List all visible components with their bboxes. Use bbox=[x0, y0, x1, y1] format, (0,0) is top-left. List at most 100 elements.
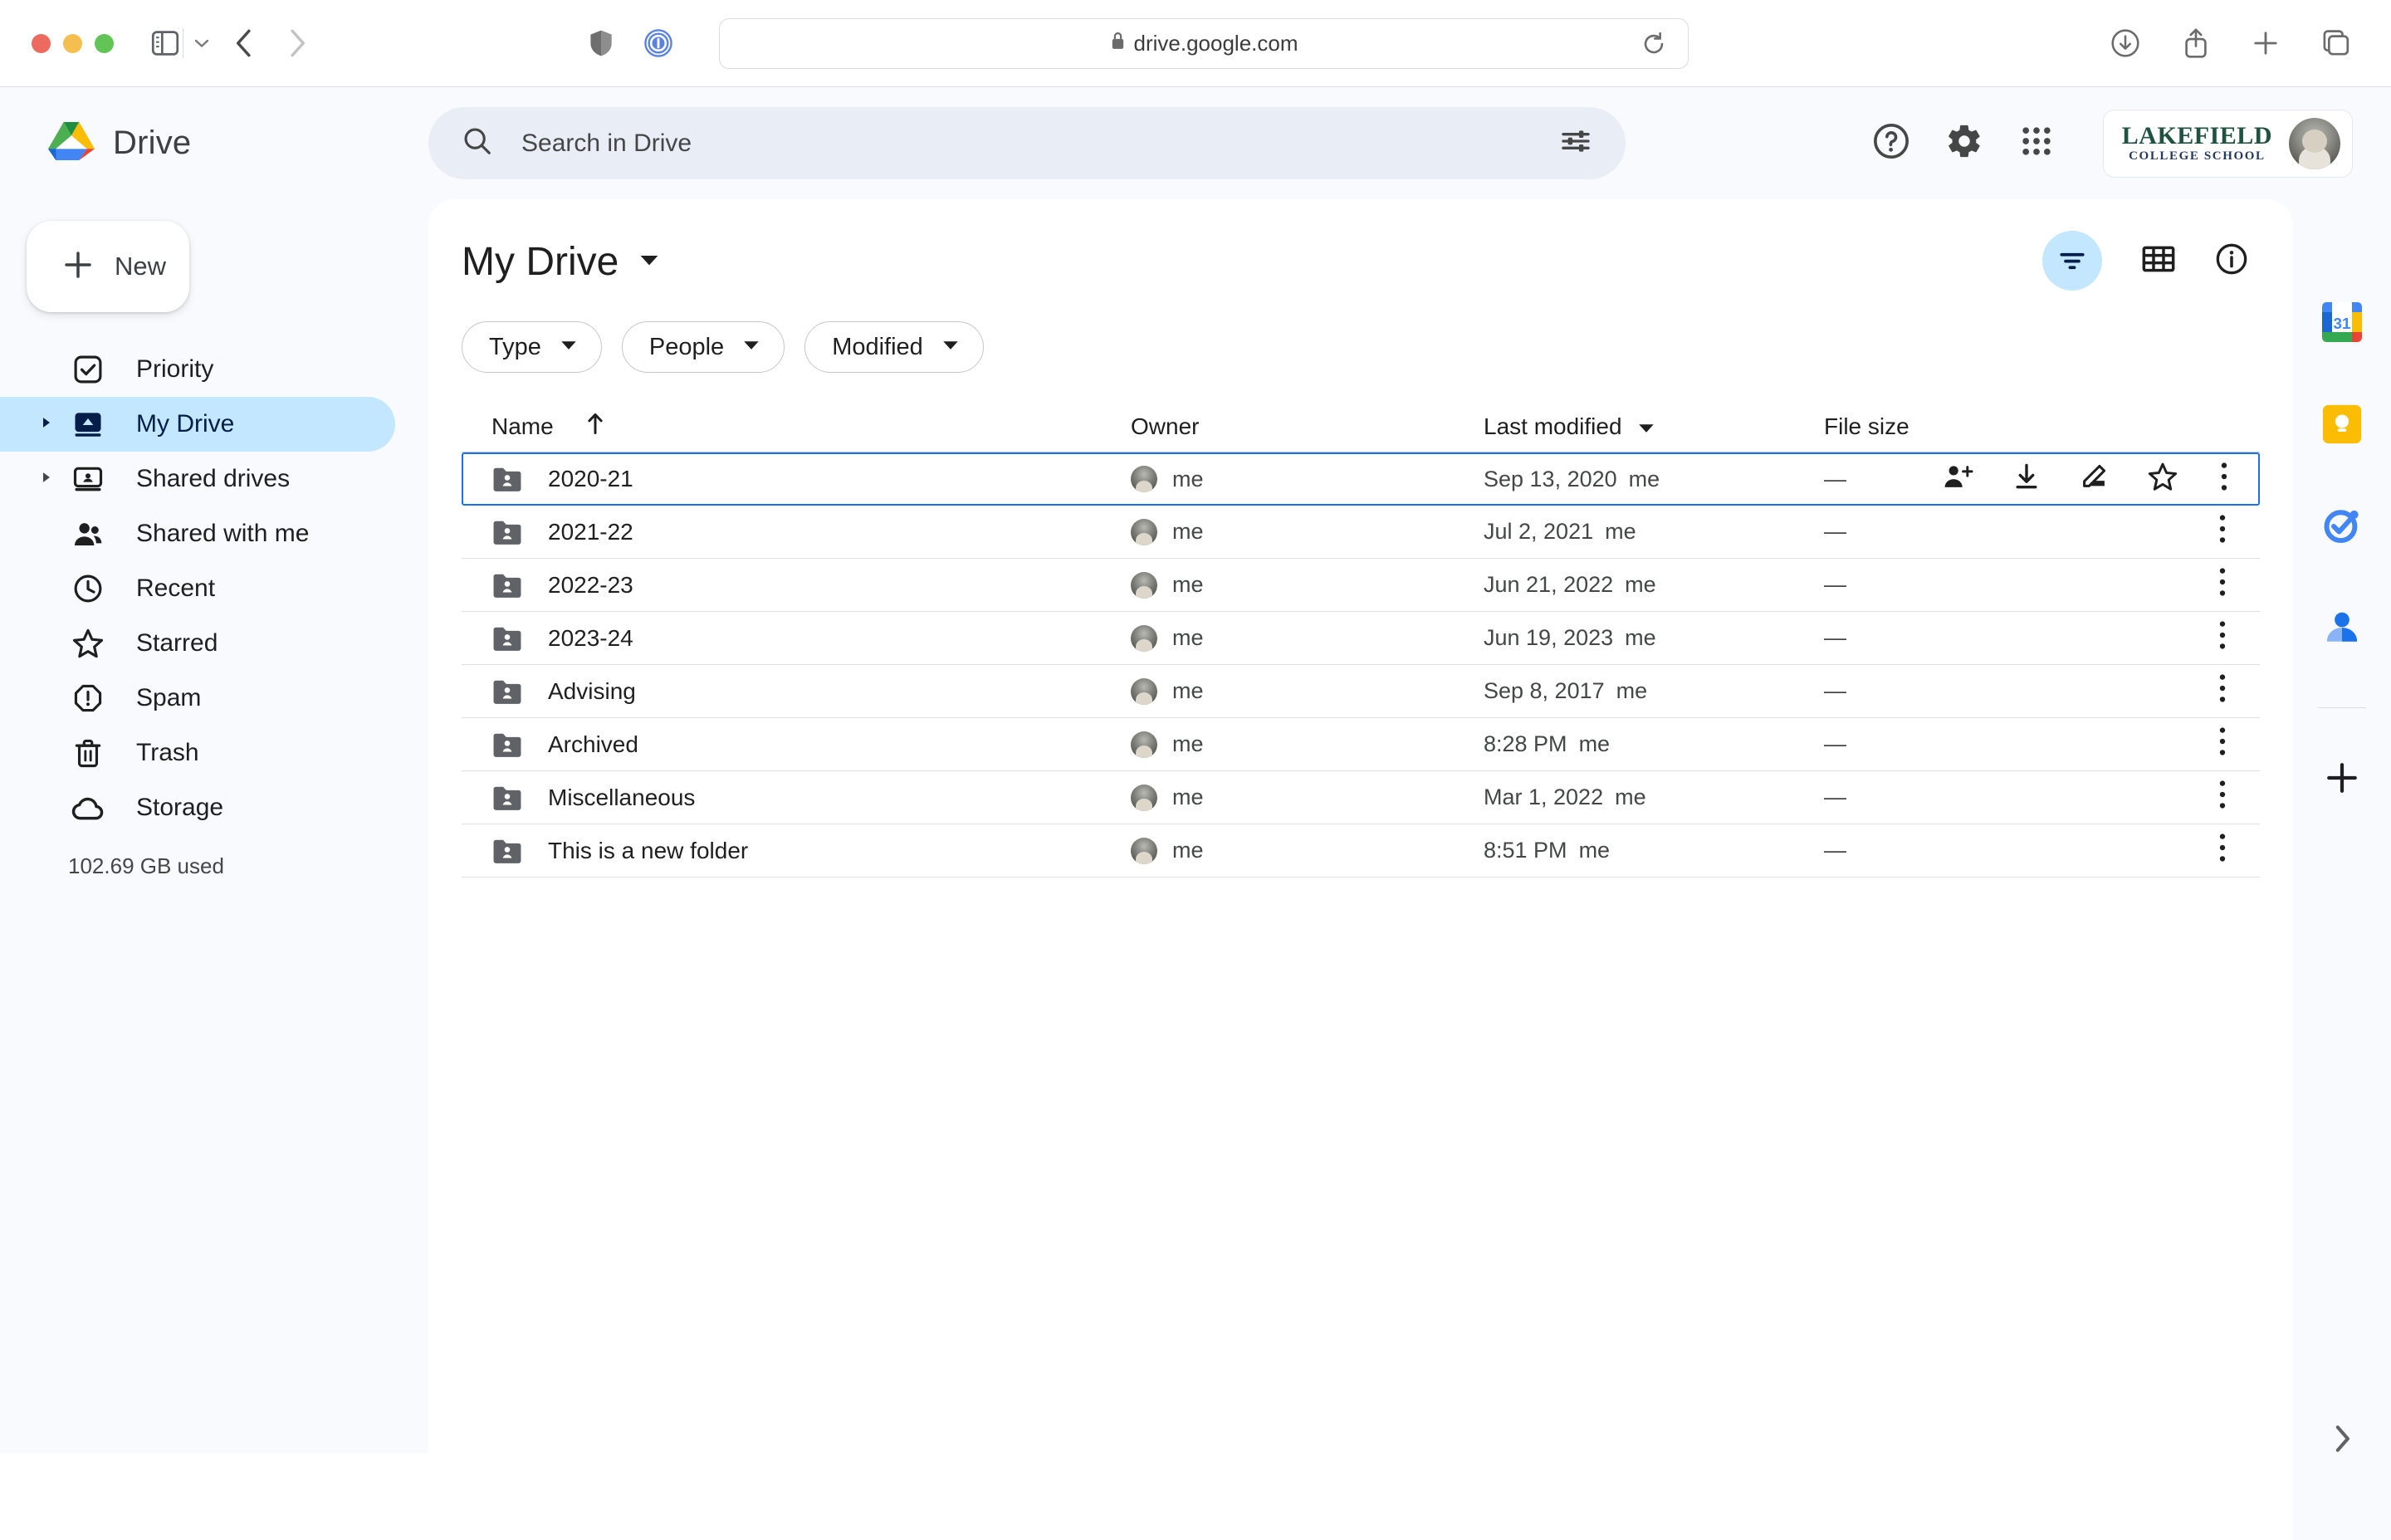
grid-view-icon[interactable] bbox=[2142, 244, 2175, 278]
share-person-add-icon[interactable] bbox=[1943, 462, 1974, 496]
column-header-owner-label: Owner bbox=[1131, 413, 1199, 440]
sidebar-item-my-drive[interactable]: My Drive bbox=[0, 397, 395, 452]
maximize-window-button[interactable] bbox=[95, 34, 114, 53]
table-row[interactable]: 2021-22 me Jul 2, 2021 me — bbox=[462, 506, 2260, 559]
url-display: drive.google.com bbox=[1110, 31, 1298, 56]
table-row[interactable]: Advising me Sep 8, 2017 me — bbox=[462, 665, 2260, 718]
reload-icon[interactable] bbox=[1641, 32, 1666, 56]
tab-overview-icon[interactable] bbox=[2321, 29, 2351, 57]
chip-type[interactable]: Type bbox=[462, 321, 602, 373]
avatar[interactable] bbox=[2289, 118, 2340, 169]
chevron-right-icon[interactable] bbox=[40, 471, 55, 488]
search-placeholder: Search in Drive bbox=[521, 130, 1559, 158]
rename-pencil-icon[interactable] bbox=[2079, 462, 2109, 496]
table-row[interactable]: Archived me 8:28 PM me — bbox=[462, 718, 2260, 771]
google-contacts-icon[interactable] bbox=[2321, 606, 2363, 648]
chevron-right-icon[interactable] bbox=[2330, 1423, 2354, 1459]
table-header-row: Name Owner Last modified File size bbox=[462, 401, 2260, 452]
shared-folder-icon bbox=[491, 625, 523, 652]
account-chip[interactable]: LAKEFIELD COLLEGE SCHOOL bbox=[2103, 110, 2353, 178]
sidebar-item-label: My Drive bbox=[136, 410, 234, 438]
cell-modified: 8:51 PM me bbox=[1484, 838, 1824, 863]
table-row[interactable]: This is a new folder me 8:51 PM me — bbox=[462, 824, 2260, 878]
search-options-tune-icon[interactable] bbox=[1559, 125, 1592, 162]
chip-modified[interactable]: Modified bbox=[804, 321, 984, 373]
onepassword-icon[interactable] bbox=[644, 29, 672, 57]
file-size: — bbox=[1824, 572, 1846, 598]
plus-icon[interactable] bbox=[2324, 760, 2360, 796]
address-bar[interactable]: drive.google.com bbox=[719, 18, 1689, 69]
filter-icon[interactable] bbox=[2042, 231, 2102, 291]
row-hover-actions bbox=[1943, 461, 2232, 498]
table-row[interactable]: Miscellaneous me Mar 1, 2022 me — bbox=[462, 771, 2260, 824]
search-input[interactable]: Search in Drive bbox=[428, 107, 1626, 179]
sidebar-item-storage[interactable]: Storage bbox=[0, 780, 395, 835]
column-header-name[interactable]: Name bbox=[491, 412, 1131, 441]
table-row[interactable]: 2023-24 me Jun 19, 2023 me — bbox=[462, 612, 2260, 665]
plus-icon[interactable] bbox=[2252, 29, 2280, 57]
help-icon[interactable] bbox=[1872, 122, 1910, 164]
chevron-right-icon[interactable] bbox=[40, 416, 55, 433]
more-vertical-icon[interactable] bbox=[2215, 672, 2230, 710]
gear-icon[interactable] bbox=[1945, 122, 1983, 164]
more-vertical-icon[interactable] bbox=[2215, 513, 2230, 550]
forward-arrow-icon[interactable] bbox=[286, 27, 308, 59]
org-name-top: LAKEFIELD bbox=[2122, 124, 2272, 149]
privacy-shield-icon[interactable] bbox=[589, 29, 613, 57]
sidebar-item-shared-with-me[interactable]: Shared with me bbox=[0, 506, 395, 561]
more-vertical-icon[interactable] bbox=[2215, 779, 2230, 816]
column-header-owner[interactable]: Owner bbox=[1131, 413, 1484, 440]
google-tasks-icon[interactable] bbox=[2321, 505, 2363, 546]
file-name: Advising bbox=[548, 678, 636, 705]
more-vertical-icon[interactable] bbox=[2215, 726, 2230, 763]
sidebar-item-recent[interactable]: Recent bbox=[0, 561, 395, 616]
download-icon[interactable] bbox=[2012, 462, 2041, 496]
page-title: My Drive bbox=[462, 239, 619, 285]
google-keep-icon[interactable] bbox=[2321, 403, 2363, 445]
sidebar-toggle-icon[interactable] bbox=[151, 31, 179, 56]
back-arrow-icon[interactable] bbox=[233, 27, 255, 59]
google-drive-icon bbox=[48, 120, 95, 166]
minimize-window-button[interactable] bbox=[63, 34, 82, 53]
apps-grid-icon[interactable] bbox=[2018, 123, 2055, 164]
sidebar-item-priority[interactable]: Priority bbox=[0, 342, 395, 397]
main-content-panel: My Drive Type bbox=[428, 199, 2293, 1521]
chevron-down-icon[interactable] bbox=[638, 252, 660, 271]
close-window-button[interactable] bbox=[32, 34, 51, 53]
file-size: — bbox=[1824, 785, 1846, 810]
chevron-down-icon[interactable] bbox=[192, 37, 212, 50]
google-calendar-icon[interactable]: 31 bbox=[2320, 301, 2364, 344]
info-icon[interactable] bbox=[2215, 242, 2248, 280]
chip-label: People bbox=[649, 334, 724, 361]
table-row[interactable]: 2022-23 me Jun 21, 2022 me — bbox=[462, 559, 2260, 612]
sidebar-item-label: Trash bbox=[136, 739, 199, 767]
new-button[interactable]: New bbox=[27, 221, 189, 312]
side-panel-apps-rail: 31 bbox=[2293, 199, 2391, 1540]
cell-modified: Sep 13, 2020 me bbox=[1484, 467, 1824, 492]
sidebar-item-label: Shared drives bbox=[136, 465, 290, 493]
download-icon[interactable] bbox=[2110, 28, 2140, 58]
chevron-down-icon bbox=[941, 339, 960, 355]
share-icon[interactable] bbox=[2182, 27, 2210, 59]
star-icon[interactable] bbox=[2147, 462, 2178, 497]
more-vertical-icon[interactable] bbox=[2215, 832, 2230, 869]
trash-icon bbox=[68, 737, 108, 769]
cell-modified: Sep 8, 2017 me bbox=[1484, 678, 1824, 704]
arrow-up-icon bbox=[585, 412, 605, 441]
sidebar-item-starred[interactable]: Starred bbox=[0, 616, 395, 671]
column-header-size[interactable]: File size bbox=[1824, 413, 2098, 440]
sidebar-item-shared-drives[interactable]: Shared drives bbox=[0, 452, 395, 506]
column-header-name-label: Name bbox=[491, 413, 554, 440]
drive-logo-link[interactable]: Drive bbox=[48, 120, 422, 166]
more-vertical-icon[interactable] bbox=[2215, 619, 2230, 657]
chip-people[interactable]: People bbox=[622, 321, 785, 373]
priority-check-icon bbox=[68, 354, 108, 385]
more-vertical-icon[interactable] bbox=[2217, 461, 2232, 498]
owner-name: me bbox=[1172, 678, 1204, 704]
column-header-modified[interactable]: Last modified bbox=[1484, 413, 1824, 440]
sidebar-item-spam[interactable]: Spam bbox=[0, 671, 395, 726]
sidebar-item-trash[interactable]: Trash bbox=[0, 726, 395, 780]
table-row[interactable]: 2020-21 me Sep 13, 2020 me — bbox=[462, 452, 2260, 506]
more-vertical-icon[interactable] bbox=[2215, 566, 2230, 604]
shared-folder-icon bbox=[491, 572, 523, 599]
